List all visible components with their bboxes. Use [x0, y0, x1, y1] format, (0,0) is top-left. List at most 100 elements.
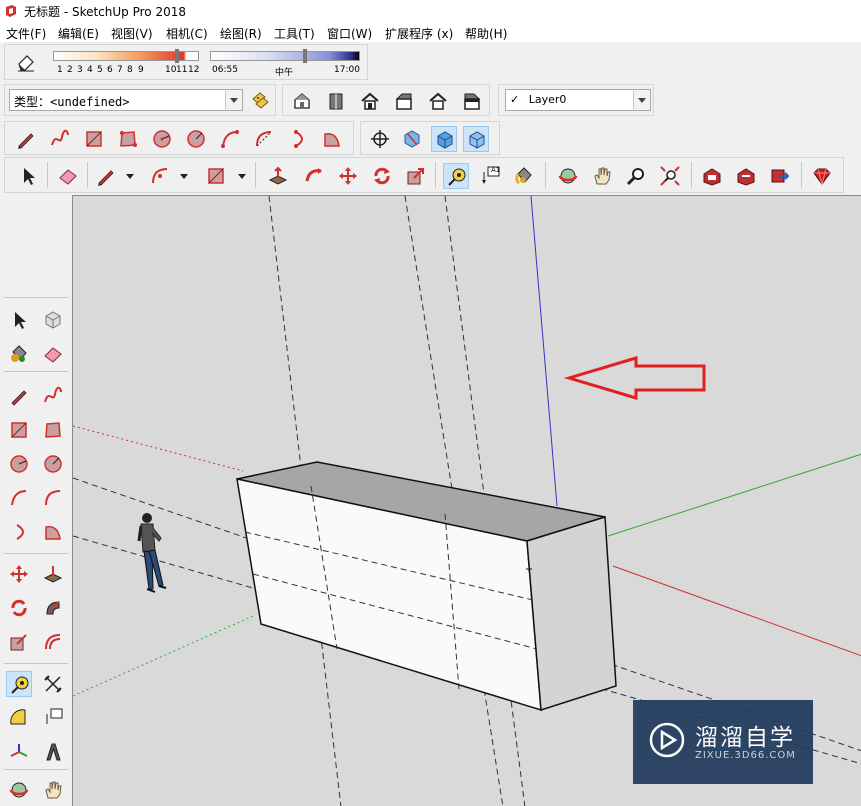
right-view-button[interactable]	[391, 88, 417, 114]
menu-extensions[interactable]: 扩展程序 (x)	[385, 25, 453, 42]
pie-button[interactable]	[40, 519, 66, 545]
make-component-button[interactable]	[40, 307, 66, 333]
line-dropdown[interactable]	[125, 163, 135, 189]
rotated-rectangle-button[interactable]	[115, 126, 141, 152]
menu-camera[interactable]: 相机(C)	[166, 25, 208, 42]
pencil-icon	[98, 170, 114, 186]
menu-tools[interactable]: 工具(T)	[274, 25, 315, 42]
pie-button[interactable]	[319, 126, 345, 152]
menu-view[interactable]: 视图(V)	[111, 25, 153, 42]
three-point-arc-button[interactable]	[285, 126, 311, 152]
three-point-arc-button[interactable]	[6, 519, 32, 545]
text-tool-button[interactable]: A1	[477, 163, 503, 189]
left-view-button[interactable]	[459, 88, 485, 114]
polygon-button[interactable]	[40, 451, 66, 477]
time-slider-thumb[interactable]	[303, 49, 307, 63]
separator	[47, 162, 48, 188]
rotated-rectangle-button[interactable]	[40, 417, 66, 443]
line-button[interactable]	[13, 126, 39, 152]
tape-measure-button[interactable]	[6, 671, 32, 697]
offset-button[interactable]	[40, 629, 66, 655]
menu-file[interactable]: 文件(F)	[6, 25, 46, 42]
warehouse-button[interactable]	[699, 163, 725, 189]
orbit-button[interactable]	[555, 163, 581, 189]
pan-button[interactable]	[40, 777, 66, 803]
circle-button[interactable]	[149, 126, 175, 152]
line-tool-button[interactable]	[93, 163, 119, 189]
iso-view-button[interactable]	[289, 88, 315, 114]
eraser-tool-button[interactable]	[40, 341, 66, 367]
box-model[interactable]	[236, 461, 617, 712]
rectangle-button[interactable]	[81, 126, 107, 152]
follow-me-button[interactable]	[40, 595, 66, 621]
dimension-button[interactable]	[40, 671, 66, 697]
orbit-button[interactable]	[6, 777, 32, 803]
paint-bucket-button[interactable]	[6, 341, 32, 367]
display-section-cuts-button[interactable]	[463, 126, 489, 152]
rectangle-button[interactable]	[6, 417, 32, 443]
arc-button[interactable]	[6, 485, 32, 511]
select-button[interactable]	[15, 163, 41, 189]
arc-dropdown[interactable]	[179, 163, 189, 189]
arc-button[interactable]	[217, 126, 243, 152]
move-button[interactable]	[335, 163, 361, 189]
time-slider[interactable]	[210, 51, 360, 61]
top-view-button[interactable]	[323, 88, 349, 114]
front-view-button[interactable]	[357, 88, 383, 114]
rotate-button[interactable]	[6, 595, 32, 621]
layer-select[interactable]: ✓ Layer0	[505, 89, 651, 111]
share-model-button[interactable]	[733, 163, 759, 189]
menu-edit[interactable]: 编辑(E)	[58, 25, 99, 42]
menu-window[interactable]: 窗口(W)	[327, 25, 372, 42]
orbit-icon	[9, 782, 29, 798]
pan-button[interactable]	[589, 163, 615, 189]
chevron-down-icon[interactable]	[225, 90, 242, 110]
title-bar: 无标题 - SketchUp Pro 2018	[0, 0, 861, 22]
axes-button[interactable]	[6, 739, 32, 765]
polygon-button[interactable]	[183, 126, 209, 152]
3d-text-button[interactable]	[40, 739, 66, 765]
tape-measure-button[interactable]	[443, 163, 469, 189]
component-options-button[interactable]	[247, 88, 273, 114]
text-tool-button[interactable]	[40, 705, 66, 731]
freehand-button[interactable]	[40, 383, 66, 409]
month-tick: 11	[176, 65, 188, 75]
shape-dropdown[interactable]	[237, 163, 247, 189]
two-point-arc-button[interactable]	[40, 485, 66, 511]
push-pull-button[interactable]	[40, 561, 66, 587]
separator	[4, 663, 68, 664]
eraser-button[interactable]	[13, 49, 39, 75]
share-component-button[interactable]	[767, 163, 793, 189]
menu-draw[interactable]: 绘图(R)	[220, 25, 262, 42]
month-slider-thumb[interactable]	[175, 49, 179, 63]
move-button[interactable]	[6, 561, 32, 587]
scale-button[interactable]	[403, 163, 429, 189]
menu-help[interactable]: 帮助(H)	[465, 25, 507, 42]
protractor-button[interactable]	[6, 705, 32, 731]
rotate-button[interactable]	[369, 163, 395, 189]
follow-me-button[interactable]	[301, 163, 327, 189]
paint-bucket-button[interactable]	[511, 163, 537, 189]
type-select[interactable]: 类型：<undefined>	[9, 89, 243, 111]
section-plane-button[interactable]	[399, 126, 425, 152]
shape-tool-button[interactable]	[203, 163, 229, 189]
arc-tool-button[interactable]	[147, 163, 173, 189]
two-point-arc-button[interactable]	[251, 126, 277, 152]
select-button[interactable]	[6, 307, 32, 333]
zoom-button[interactable]	[623, 163, 649, 189]
box-side-face[interactable]	[526, 516, 617, 712]
eraser-tool-button[interactable]	[55, 163, 81, 189]
push-pull-button[interactable]	[265, 163, 291, 189]
display-section-planes-button[interactable]	[431, 126, 457, 152]
chevron-down-icon[interactable]	[633, 90, 650, 110]
zoom-extents-button[interactable]	[657, 163, 683, 189]
orbit-icon	[558, 168, 578, 184]
circle-button[interactable]	[6, 451, 32, 477]
extension-warehouse-button[interactable]	[809, 163, 835, 189]
line-tool-button[interactable]	[6, 383, 32, 409]
position-camera-button[interactable]	[367, 126, 393, 152]
watermark-title: 溜溜自学	[695, 725, 795, 751]
back-view-button[interactable]	[425, 88, 451, 114]
scale-button[interactable]	[6, 629, 32, 655]
freehand-button[interactable]	[47, 126, 73, 152]
